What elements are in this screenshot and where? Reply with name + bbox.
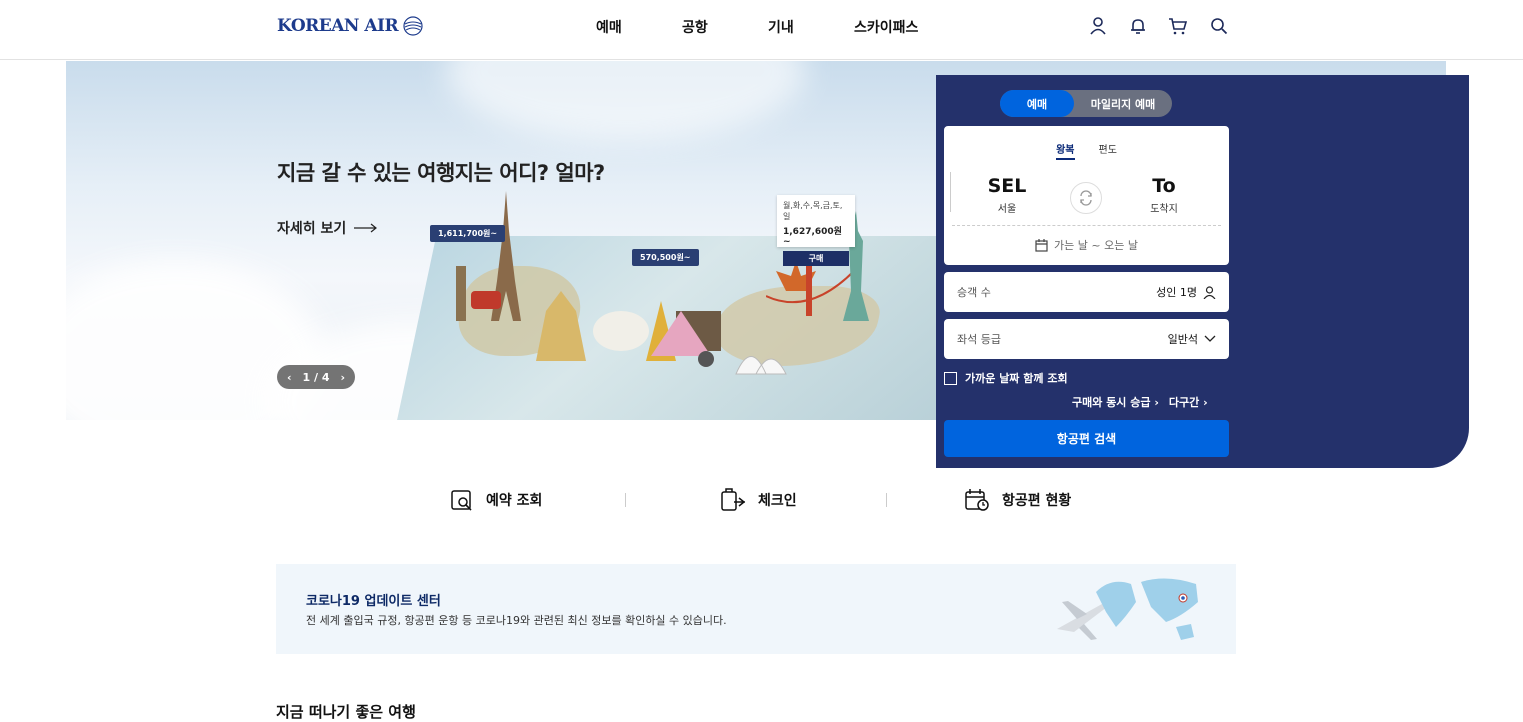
origin-city: 서울 bbox=[997, 204, 1017, 215]
cloud-decoration bbox=[446, 61, 806, 141]
swap-icon bbox=[1080, 190, 1092, 206]
chevron-down-icon bbox=[1204, 335, 1216, 342]
quick-menu-check-in[interactable]: 체크인 bbox=[720, 488, 797, 512]
cabin-value: 일반석 bbox=[1167, 333, 1198, 346]
quick-menu-flight-status[interactable]: 항공편 현황 bbox=[964, 488, 1071, 512]
nav-in-flight[interactable]: 기내 bbox=[768, 17, 794, 37]
quick-menu-label: 체크인 bbox=[758, 493, 797, 509]
flex-dates-label: 가까운 날짜 함께 조회 bbox=[965, 372, 1068, 385]
check-in-icon bbox=[721, 488, 746, 511]
destination-city: 도착지 bbox=[1150, 204, 1178, 215]
tab-round-trip[interactable]: 왕복 bbox=[1056, 141, 1075, 160]
taegeuk-logo-icon bbox=[403, 16, 423, 36]
hero-more-link[interactable]: 자세히 보기 bbox=[277, 218, 378, 238]
upgrade-link-label: 구매와 동시 승급 bbox=[1072, 396, 1151, 409]
swap-route-button[interactable] bbox=[1070, 182, 1102, 214]
quick-menu-label: 예약 조회 bbox=[486, 493, 543, 509]
calendar-icon bbox=[1035, 238, 1048, 252]
top-navigation-bar: KOREAN AIR 예매 공항 기내 스카이패스 bbox=[0, 0, 1523, 60]
sydney-opera-house-illustration bbox=[698, 351, 787, 375]
korean-air-logo[interactable]: KOREAN AIR bbox=[277, 14, 425, 38]
big-ben-illustration bbox=[456, 266, 501, 321]
multi-city-link[interactable]: 다구간 › bbox=[1169, 394, 1208, 410]
arrow-right-icon bbox=[354, 223, 378, 233]
trip-type-tabs: 왕복 편도 bbox=[944, 141, 1229, 160]
search-icon[interactable] bbox=[1209, 16, 1229, 40]
flight-status-icon bbox=[965, 489, 989, 511]
quick-menu-divider bbox=[886, 493, 887, 507]
nav-airport[interactable]: 공항 bbox=[682, 17, 708, 37]
price-tag-europe[interactable]: 1,611,700원~ bbox=[430, 225, 506, 242]
origin-code[interactable]: SEL bbox=[967, 175, 1047, 197]
date-picker-field[interactable]: 가는 날 ~ 오는 날 bbox=[944, 237, 1229, 253]
tab-one-way[interactable]: 편도 bbox=[1099, 141, 1117, 160]
covid-description: 전 세계 출입국 규정, 항공편 운항 등 코로나19와 관련된 최신 정보를 … bbox=[306, 614, 727, 627]
nav-reservation[interactable]: 예매 bbox=[596, 17, 622, 37]
price-card-buy-button[interactable]: 구매 bbox=[783, 251, 849, 266]
price-card-america[interactable]: 월,화,수,목,금,토,일 1,627,600원~ 구매 bbox=[777, 195, 855, 266]
person-icon bbox=[1203, 285, 1216, 299]
segment-reservation[interactable]: 예매 bbox=[1000, 90, 1074, 117]
cabin-class-field[interactable]: 좌석 등급 일반석 bbox=[944, 319, 1229, 359]
hero-pager: ‹ 1 / 4 › bbox=[277, 365, 355, 389]
quick-menu-label: 항공편 현황 bbox=[1002, 493, 1072, 509]
origin-divider bbox=[950, 172, 951, 212]
dashed-divider bbox=[952, 225, 1221, 226]
passengers-field[interactable]: 승객 수 성인 1명 bbox=[944, 272, 1229, 312]
pager-next-icon[interactable]: › bbox=[340, 371, 345, 384]
flight-search-button[interactable]: 항공편 검색 bbox=[944, 420, 1229, 457]
upgrade-link[interactable]: 구매와 동시 승급 › bbox=[1072, 394, 1159, 410]
price-tag-asia[interactable]: 570,500원~ bbox=[632, 249, 699, 266]
pager-count: 1 / 4 bbox=[302, 370, 330, 384]
hero-title: 지금 갈 수 있는 여행지는 어디? 얼마? bbox=[277, 161, 605, 185]
booking-extra-links: 구매와 동시 승급 › 다구간 › bbox=[1072, 394, 1208, 410]
segment-mileage-reservation[interactable]: 마일리지 예매 bbox=[1074, 90, 1172, 117]
passengers-label: 승객 수 bbox=[957, 286, 991, 299]
checkbox-box[interactable] bbox=[944, 371, 957, 385]
quick-menu-divider bbox=[625, 493, 626, 507]
flex-dates-checkbox[interactable]: 가까운 날짜 함께 조회 bbox=[944, 370, 1068, 386]
reservation-lookup-icon bbox=[451, 490, 472, 511]
user-icon[interactable] bbox=[1088, 16, 1108, 40]
destination-code[interactable]: To bbox=[1124, 175, 1204, 197]
price-card-days: 월,화,수,목,금,토,일 bbox=[783, 201, 843, 221]
covid-update-banner[interactable]: 코로나19 업데이트 센터 전 세계 출입국 규정, 항공편 운항 등 코로나1… bbox=[276, 564, 1236, 654]
cabin-label: 좌석 등급 bbox=[957, 333, 1001, 346]
price-card-price: 1,627,600원~ bbox=[783, 227, 842, 247]
nav-skypass[interactable]: 스카이패스 bbox=[854, 17, 918, 37]
bell-icon[interactable] bbox=[1128, 16, 1148, 40]
booking-type-toggle: 예매 마일리지 예매 bbox=[1000, 90, 1172, 117]
pager-prev-icon[interactable]: ‹ bbox=[287, 371, 292, 384]
hero-more-label: 자세히 보기 bbox=[277, 221, 347, 237]
covid-title: 코로나19 업데이트 센터 bbox=[306, 594, 441, 609]
multi-city-link-label: 다구간 bbox=[1168, 396, 1200, 409]
logo-text: KOREAN AIR bbox=[277, 16, 399, 36]
world-map-dots-illustration bbox=[1096, 578, 1198, 640]
passengers-value: 성인 1명 bbox=[1156, 286, 1197, 299]
date-placeholder: 가는 날 ~ 오는 날 bbox=[1054, 239, 1138, 252]
quick-menu-reservation-lookup[interactable]: 예약 조회 bbox=[450, 488, 542, 512]
route-card: 왕복 편도 SEL 서울 To 도착지 가는 날 ~ 오는 날 bbox=[944, 126, 1229, 265]
cart-icon[interactable] bbox=[1168, 16, 1188, 40]
